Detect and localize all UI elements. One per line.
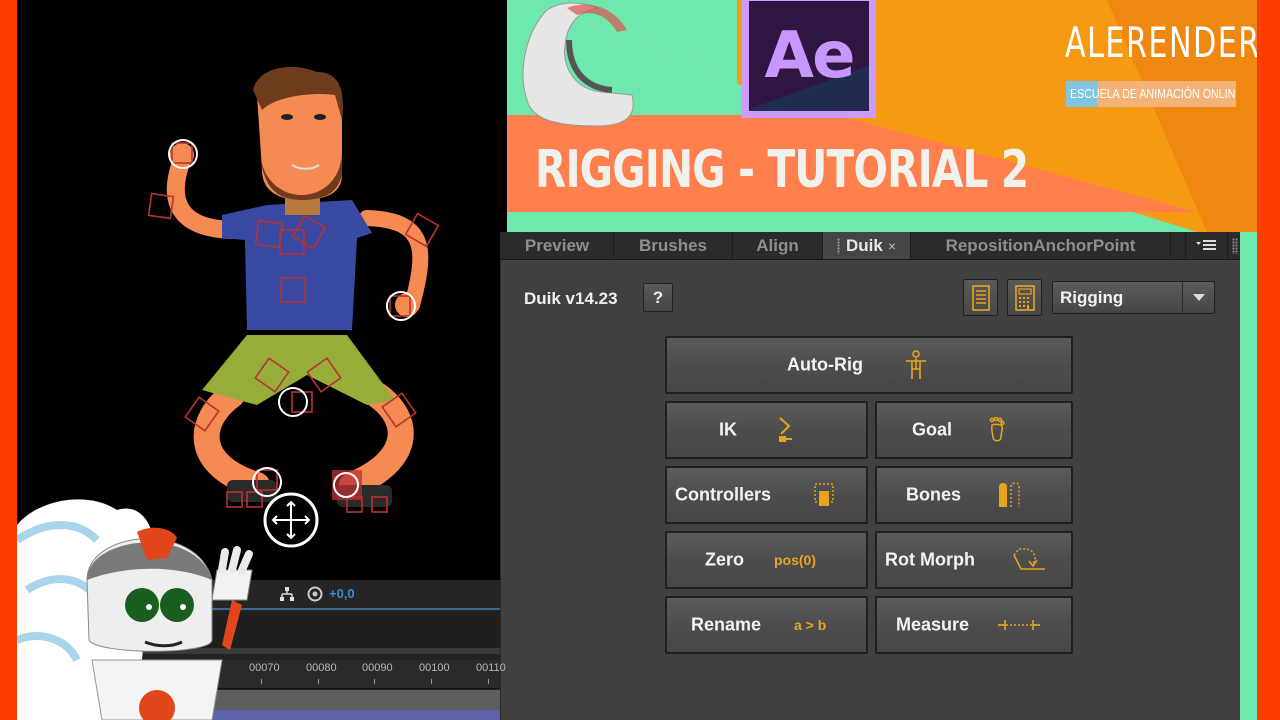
ik-chain-icon <box>777 416 793 444</box>
position-zero-icon: pos(0) <box>774 552 816 568</box>
panel-menu-button[interactable] <box>1185 232 1227 259</box>
tab-label: Preview <box>524 235 590 255</box>
tab-brushes[interactable]: Brushes <box>614 232 733 259</box>
ae-logo-text: Ae <box>764 19 856 93</box>
brand-name: ALERENDER <box>1065 18 1257 67</box>
grip-dots-icon <box>1231 237 1238 254</box>
tab-label: Align <box>756 235 799 255</box>
calculator-button[interactable] <box>1007 279 1042 316</box>
rot-morph-button[interactable]: Rot Morph <box>875 531 1073 589</box>
rename-icon: a > b <box>794 617 827 633</box>
brand-tagline: ESCUELA DE ANIMACIÓN ONLINE <box>1066 81 1236 107</box>
measure-button[interactable]: Measure <box>875 596 1073 654</box>
ruler-tick: 00080 <box>306 662 337 684</box>
alerender-mascot-chair-icon <box>522 2 634 127</box>
button-label: Measure <box>896 614 970 635</box>
help-button[interactable]: ? <box>643 283 673 312</box>
button-label: Zero <box>705 549 745 570</box>
tab-duik[interactable]: Duik × <box>823 232 911 259</box>
tutorial-banner: Ae ALERENDER ESCUELA DE ANIMACIÓN ONLINE… <box>507 0 1257 232</box>
panel-drag-grip[interactable] <box>1227 232 1241 259</box>
button-label: Bones <box>906 484 962 505</box>
controllers-button[interactable]: Controllers <box>665 466 868 524</box>
tab-drag-grip[interactable] <box>837 237 840 254</box>
rot-morph-icon <box>1011 547 1047 573</box>
after-effects-logo: Ae <box>742 0 876 118</box>
tab-reposition-anchor-point[interactable]: RepositionAnchorPoint <box>911 232 1171 259</box>
button-label: Goal <box>912 419 953 440</box>
bones-button[interactable]: Bones <box>875 466 1073 524</box>
motion-blur-icon[interactable] <box>307 586 323 602</box>
button-label: Rot Morph <box>885 549 975 570</box>
ruler-tick-label: 00110 <box>476 662 506 674</box>
left-frame-border <box>0 0 17 720</box>
bones-icon <box>997 481 1021 509</box>
mode-select-value: Rigging <box>1060 288 1124 307</box>
panel-menu-icon <box>1195 239 1216 250</box>
right-mint-strip <box>1240 232 1257 720</box>
goal-button[interactable]: Goal <box>875 401 1073 459</box>
button-label: Controllers <box>675 484 772 505</box>
ruler-tick-label: 00080 <box>306 662 337 674</box>
version-label: Duik v14.23 <box>524 289 618 308</box>
zero-button[interactable]: Zero pos(0) <box>665 531 868 589</box>
button-label: Auto-Rig <box>787 354 863 375</box>
person-icon <box>905 350 927 380</box>
ruler-tick: 00090 <box>362 662 393 684</box>
tab-align[interactable]: Align <box>733 232 823 259</box>
close-icon[interactable]: × <box>888 238 896 254</box>
tab-label: Brushes <box>638 235 708 255</box>
measure-icon <box>997 619 1041 631</box>
timeline-offset-value[interactable]: +0,0 <box>329 586 355 601</box>
panel-tab-bar: Preview Brushes Align Duik × RepositionAn… <box>501 232 1241 260</box>
robot-mascot-illustration <box>17 499 253 720</box>
ruler-tick-label: 00100 <box>419 662 450 674</box>
ik-button[interactable]: IK <box>665 401 868 459</box>
ruler-tick: 00100 <box>419 662 450 684</box>
ruler-tick-label: 00090 <box>362 662 393 674</box>
right-frame-border <box>1257 0 1280 720</box>
chevron-down-icon[interactable] <box>1182 282 1214 313</box>
ruler-tick: 00110 <box>476 662 506 684</box>
controller-icon <box>813 482 835 508</box>
notes-button[interactable] <box>963 279 998 316</box>
calculator-icon <box>1014 284 1035 311</box>
notes-icon <box>971 284 990 311</box>
mode-select[interactable]: Rigging <box>1052 281 1215 314</box>
auto-rig-button[interactable]: Auto-Rig <box>665 336 1073 394</box>
tab-label: RepositionAnchorPoint <box>945 235 1136 255</box>
tutorial-title: RIGGING - TUTORIAL 2 <box>535 140 1029 200</box>
duik-panel: Preview Brushes Align Duik × RepositionAn… <box>500 232 1241 720</box>
tab-label: Duik <box>845 235 883 255</box>
brand-tagline-text: ESCUELA DE ANIMACIÓN ONLINE <box>1070 86 1236 101</box>
tab-preview[interactable]: Preview <box>501 232 614 259</box>
rename-button[interactable]: Rename a > b <box>665 596 868 654</box>
button-label: IK <box>719 419 737 440</box>
footprint-icon <box>989 417 1005 443</box>
button-label: Rename <box>691 614 762 635</box>
